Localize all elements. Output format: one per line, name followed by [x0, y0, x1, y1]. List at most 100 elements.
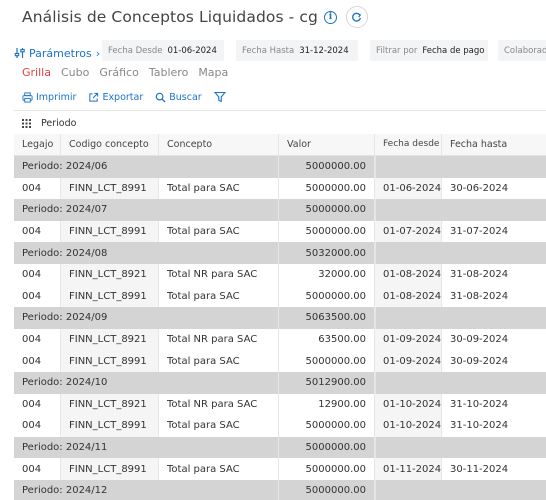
cell-legajo: 004: [14, 458, 61, 480]
filter-colaborador[interactable]: Colaborad: [498, 40, 546, 61]
cell-concepto: Total NR para SAC: [159, 328, 279, 351]
grid-header: Legajo Codigo concepto Concepto Valor Fe…: [14, 134, 546, 156]
search-button[interactable]: Buscar: [155, 92, 202, 103]
period-label: Periodo: 2024/12: [14, 479, 279, 500]
tab-cubo[interactable]: Cubo: [61, 66, 89, 80]
cell-concepto: Total para SAC: [159, 177, 279, 200]
cell-valor: 63500.00: [279, 328, 375, 351]
cell-valor: 5000000.00: [279, 415, 375, 437]
period-filler: [375, 199, 546, 221]
period-group-row[interactable]: Periodo: 2024/06 5000000.00: [14, 156, 546, 178]
group-by-header[interactable]: Periodo: [22, 117, 76, 129]
table-row[interactable]: 004 FINN_LCT_8991 Total para SAC 5000000.00…: [14, 350, 546, 372]
period-label: Periodo: 2024/08: [14, 242, 279, 264]
table-row[interactable]: 004 FINN_LCT_8921 Total NR para SAC 32000.0…: [14, 263, 546, 286]
parameters-label: Parámetros: [29, 46, 92, 60]
cell-valor: 12900.00: [279, 393, 375, 416]
cell-codigo: FINN_LCT_8991: [61, 458, 159, 480]
period-filler: [375, 479, 546, 500]
cell-valor: 32000.00: [279, 263, 375, 286]
data-grid: Legajo Codigo concepto Concepto Valor Fe…: [14, 134, 546, 500]
cell-fecha-desde: 01-10-2024: [375, 393, 442, 416]
chevron-right-icon: ›: [95, 46, 101, 60]
cell-fecha-desde: 01-08-2024: [375, 263, 442, 286]
info-icon[interactable]: i: [323, 10, 337, 24]
filter-value: 31-12-2024: [299, 45, 349, 56]
cell-codigo: FINN_LCT_8991: [61, 415, 159, 437]
column-header-concepto[interactable]: Concepto: [159, 134, 279, 155]
period-filler: [375, 436, 546, 459]
period-filler: [375, 371, 546, 394]
period-group-row[interactable]: Periodo: 2024/11 5000000.00: [14, 436, 546, 459]
period-total: 5012900.00: [279, 371, 375, 394]
filter-fecha-hasta[interactable]: Fecha Hasta 31-12-2024: [236, 40, 358, 61]
filter-filtrar-por[interactable]: Filtrar por Fecha de pago: [370, 40, 488, 61]
cell-fecha-hasta: 30-11-2024: [442, 458, 546, 480]
filter-value: 01-06-2024: [167, 45, 217, 56]
tab-mapa[interactable]: Mapa: [198, 66, 228, 80]
column-header-codigo[interactable]: Codigo concepto: [61, 134, 159, 155]
table-row[interactable]: 004 FINN_LCT_8991 Total para SAC 5000000.00…: [14, 415, 546, 437]
column-header-valor[interactable]: Valor: [279, 134, 375, 155]
cell-codigo: FINN_LCT_8921: [61, 263, 159, 286]
cell-legajo: 004: [14, 177, 61, 200]
cell-fecha-hasta: 31-08-2024: [442, 263, 546, 286]
cell-concepto: Total para SAC: [159, 220, 279, 243]
refresh-button[interactable]: [345, 6, 368, 28]
cell-valor: 5000000.00: [279, 220, 375, 243]
cell-fecha-desde: 01-11-2024: [375, 458, 442, 480]
cell-fecha-hasta: 31-07-2024: [442, 220, 546, 243]
cell-fecha-desde: 01-09-2024: [375, 350, 442, 372]
tab-grafico[interactable]: Gráfico: [99, 66, 139, 80]
cell-fecha-hasta: 31-10-2024: [442, 415, 546, 437]
cell-legajo: 004: [14, 285, 61, 308]
period-label: Periodo: 2024/10: [14, 371, 279, 394]
export-label: Exportar: [102, 91, 144, 103]
cell-codigo: FINN_LCT_8921: [61, 328, 159, 351]
table-row[interactable]: 004 FINN_LCT_8991 Total para SAC 5000000.00…: [14, 220, 546, 243]
cell-legajo: 004: [14, 328, 61, 351]
period-group-row[interactable]: Periodo: 2024/08 5032000.00: [14, 242, 546, 264]
column-header-fecha-desde[interactable]: Fecha desde: [375, 134, 442, 155]
cell-fecha-hasta: 30-09-2024: [442, 350, 546, 372]
cell-fecha-desde: 01-09-2024: [375, 328, 442, 351]
table-row[interactable]: 004 FINN_LCT_8921 Total NR para SAC 12900.0…: [14, 393, 546, 416]
period-group-row[interactable]: Periodo: 2024/09 5063500.00: [14, 307, 546, 329]
period-group-row[interactable]: Periodo: 2024/07 5000000.00: [14, 199, 546, 221]
export-button[interactable]: Exportar: [88, 92, 143, 103]
parameters-toggle[interactable]: Parámetros ›: [14, 47, 100, 60]
print-button[interactable]: Imprimir: [22, 92, 76, 103]
period-total: 5000000.00: [279, 156, 375, 178]
tab-tablero[interactable]: Tablero: [149, 66, 188, 80]
tab-grilla[interactable]: Grilla: [22, 66, 51, 80]
table-row[interactable]: 004 FINN_LCT_8991 Total para SAC 5000000.00…: [14, 458, 546, 480]
cell-codigo: FINN_LCT_8991: [61, 285, 159, 308]
cell-concepto: Total para SAC: [159, 285, 279, 308]
title-bar: Análisis de Conceptos Liquidados - cg i: [22, 6, 368, 28]
column-header-fecha-hasta[interactable]: Fecha hasta: [442, 134, 546, 155]
table-row[interactable]: 004 FINN_LCT_8991 Total para SAC 5000000.00…: [14, 177, 546, 200]
period-label: Periodo: 2024/06: [14, 156, 279, 178]
cell-legajo: 004: [14, 415, 61, 437]
period-total: 5032000.00: [279, 242, 375, 264]
table-row[interactable]: 004 FINN_LCT_8991 Total para SAC 5000000.00…: [14, 285, 546, 308]
column-header-legajo[interactable]: Legajo: [14, 134, 61, 155]
cell-fecha-hasta: 31-10-2024: [442, 393, 546, 416]
cell-valor: 5000000.00: [279, 177, 375, 200]
period-label: Periodo: 2024/07: [14, 199, 279, 221]
cell-codigo: FINN_LCT_8991: [61, 177, 159, 200]
period-group-row[interactable]: Periodo: 2024/10 5012900.00: [14, 371, 546, 394]
filter-button[interactable]: [213, 91, 226, 103]
cell-legajo: 004: [14, 393, 61, 416]
period-group-row[interactable]: Periodo: 2024/12 5000000.00: [14, 479, 546, 500]
filter-fecha-desde[interactable]: Fecha Desde 01-06-2024: [102, 40, 224, 61]
period-total: 5000000.00: [279, 199, 375, 221]
cell-fecha-hasta: 30-09-2024: [442, 328, 546, 351]
cell-fecha-hasta: 30-06-2024: [442, 177, 546, 200]
table-row[interactable]: 004 FINN_LCT_8921 Total NR para SAC 63500.0…: [14, 328, 546, 351]
cell-concepto: Total NR para SAC: [159, 263, 279, 286]
cell-legajo: 004: [14, 263, 61, 286]
print-label: Imprimir: [36, 91, 77, 103]
cell-fecha-desde: 01-08-2024: [375, 285, 442, 308]
period-total: 5000000.00: [279, 436, 375, 459]
